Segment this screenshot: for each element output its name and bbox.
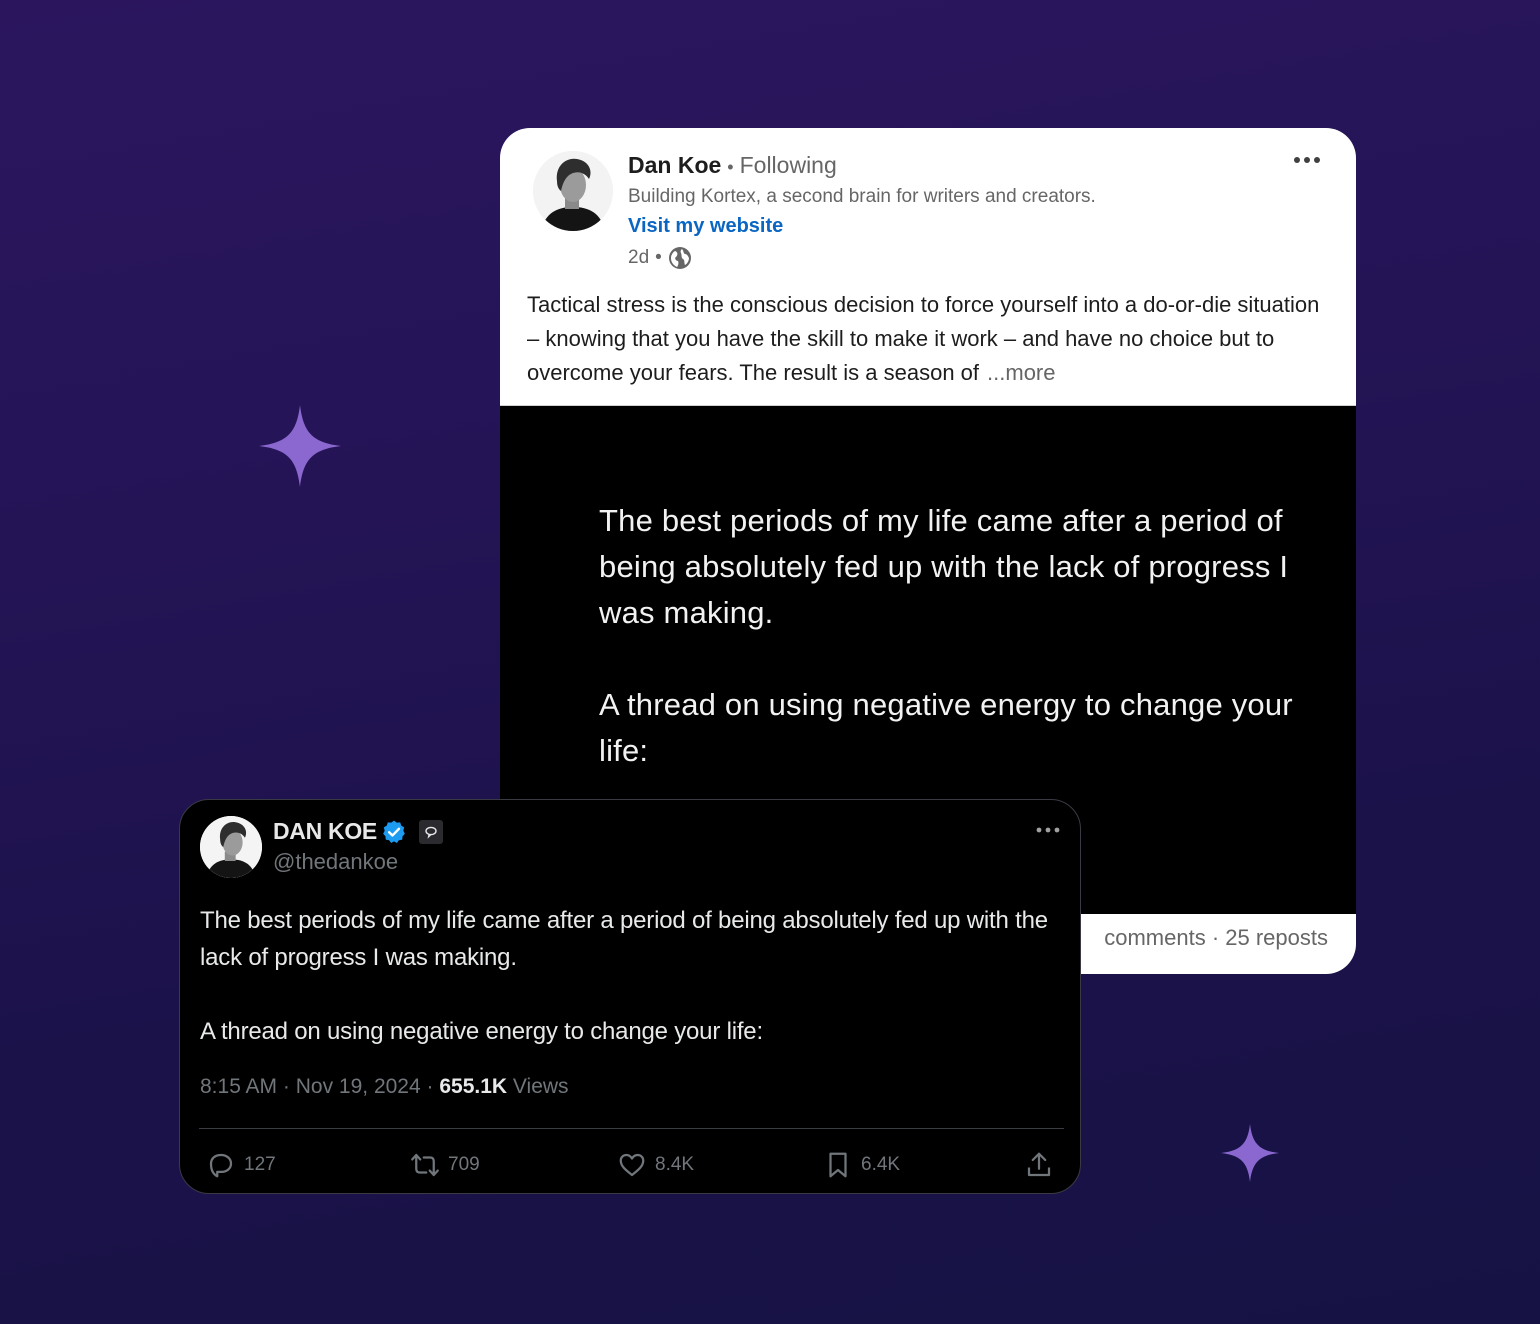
meta-separator: • [655, 247, 662, 268]
tweet-text: The best periods of my life came after a… [200, 907, 1048, 1045]
see-more-button[interactable]: ...more [987, 360, 1055, 385]
share-button[interactable] [1024, 1150, 1054, 1180]
post-time: 2d [628, 247, 650, 268]
post-body: Tactical stress is the conscious decisio… [527, 288, 1337, 390]
visit-website-link[interactable]: Visit my website [628, 215, 783, 238]
tweet-handle[interactable]: @thedankoe [273, 849, 398, 875]
meta-separator: · [420, 1075, 440, 1098]
tweet-views-count: 655.1K [439, 1075, 508, 1098]
author-name-row: Dan Koe • Following [628, 152, 837, 179]
bookmark-button[interactable]: 6.4K [823, 1150, 900, 1180]
tweet-name-row: DAN KOE [273, 818, 443, 845]
share-icon [1027, 1152, 1051, 1177]
divider [199, 1128, 1064, 1129]
ellipsis-icon[interactable] [1036, 825, 1060, 835]
reply-count: 127 [244, 1154, 276, 1175]
post-meta: 2d • [628, 246, 692, 270]
follow-status: Following [739, 152, 837, 178]
reply-icon [209, 1153, 233, 1178]
avatar-photo [533, 151, 613, 231]
bookmark-icon [829, 1152, 847, 1178]
tweet-meta: 8:15 AM · Nov 19, 2024 · 655.1K Views [200, 1075, 569, 1099]
tweet-card: DAN KOE @thedankoe The best periods of m… [179, 799, 1081, 1194]
repost-count: 709 [448, 1154, 480, 1175]
avatar-photo [200, 816, 262, 878]
meta-separator: · [277, 1075, 296, 1098]
sparkle-decoration-left [259, 405, 341, 487]
sparkle-icon [1221, 1124, 1279, 1182]
chat-bubble-icon [425, 826, 437, 839]
verified-badge-icon[interactable] [381, 819, 407, 845]
tweet-action-bar: 127 709 8.4K 6.4K [206, 1150, 1054, 1182]
tweet-date[interactable]: Nov 19, 2024 [296, 1075, 421, 1098]
separator-dot: • [727, 157, 734, 177]
tweet-time[interactable]: 8:15 AM [200, 1075, 277, 1098]
tweet-display-name[interactable]: DAN KOE [273, 818, 377, 845]
globe-icon [668, 247, 691, 269]
repost-button[interactable]: 709 [410, 1150, 480, 1180]
like-button[interactable]: 8.4K [617, 1150, 694, 1180]
bookmark-count: 6.4K [861, 1154, 901, 1175]
post-body-text: Tactical stress is the conscious decisio… [527, 292, 1320, 385]
sparkle-icon [259, 405, 341, 487]
author-name[interactable]: Dan Koe [628, 152, 721, 178]
post-image-text: The best periods of my life came after a… [599, 503, 1293, 768]
ellipsis-icon[interactable] [1292, 152, 1322, 168]
sparkle-decoration-right [1221, 1124, 1279, 1182]
author-avatar[interactable] [533, 151, 613, 231]
post-engagement-stats[interactable]: comments · 25 reposts [1104, 925, 1328, 951]
heart-icon [619, 1153, 645, 1177]
tweet-author-avatar[interactable] [200, 816, 262, 878]
affiliation-badge-icon[interactable] [418, 819, 443, 844]
author-headline: Building Kortex, a second brain for writ… [628, 186, 1096, 207]
like-count: 8.4K [655, 1154, 695, 1175]
repost-icon [411, 1153, 439, 1177]
reply-button[interactable]: 127 [206, 1150, 276, 1180]
tweet-views-label: Views [512, 1075, 569, 1098]
